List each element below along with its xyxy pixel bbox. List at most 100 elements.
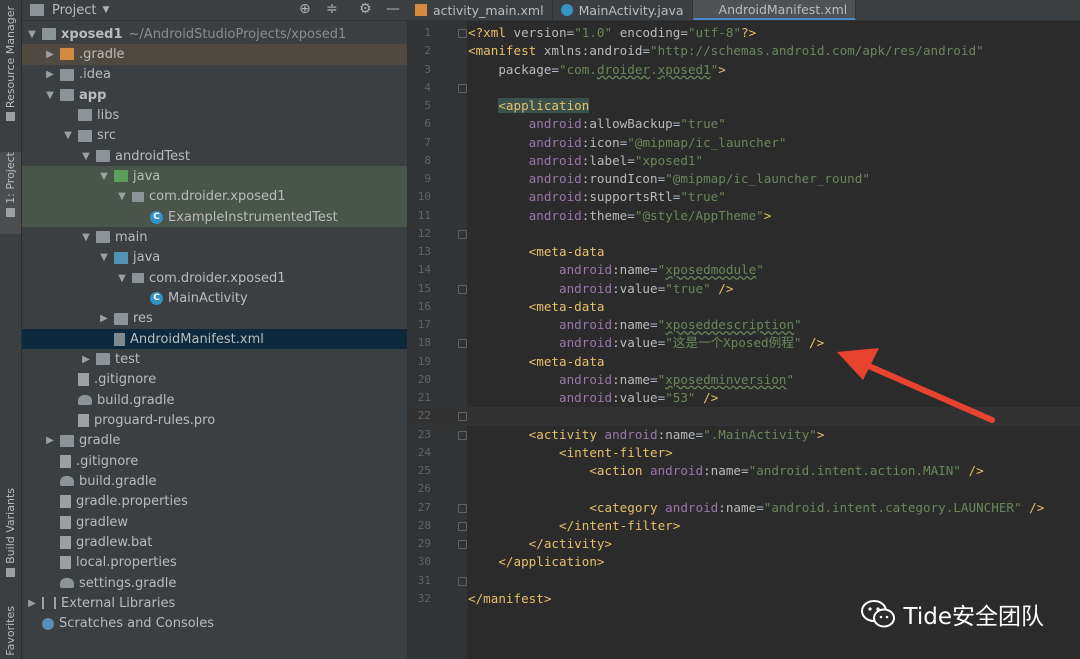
- tree-item[interactable]: ▼ xposed1 ~/AndroidStudioProjects/xposed1: [22, 24, 407, 44]
- code-line[interactable]: 26: [407, 480, 1080, 498]
- code-line[interactable]: 9 android:roundIcon="@mipmap/ic_launcher…: [407, 170, 1080, 188]
- tree-item[interactable]: proguard-rules.pro: [22, 410, 407, 430]
- panel-title[interactable]: Project: [52, 3, 96, 18]
- editor-tab[interactable]: AndroidManifest.xml: [692, 0, 857, 20]
- chevron-down-icon[interactable]: ▼: [116, 273, 128, 284]
- chevron-right-icon[interactable]: ▶: [26, 598, 38, 609]
- tree-item[interactable]: local.properties: [22, 553, 407, 573]
- fold-marker-icon[interactable]: [458, 521, 467, 531]
- tree-item[interactable]: ▼ com.droider.xposed1: [22, 186, 407, 207]
- fold-marker-icon[interactable]: [458, 540, 467, 549]
- code-line[interactable]: 25 <action android:name="android.intent.…: [407, 462, 1080, 480]
- folder-icon: [114, 312, 128, 325]
- chevron-down-icon[interactable]: ▼: [98, 171, 110, 182]
- code-line[interactable]: 31: [407, 572, 1080, 590]
- chevron-right-icon[interactable]: ▶: [44, 435, 56, 446]
- build-variants-tab[interactable]: Build Variants: [0, 488, 21, 577]
- tree-item[interactable]: ▶ test: [22, 349, 407, 369]
- fold-marker-icon[interactable]: [458, 284, 467, 294]
- tree-item[interactable]: AndroidManifest.xml: [22, 328, 407, 350]
- code-line[interactable]: 4: [407, 79, 1080, 97]
- chevron-down-icon[interactable]: ▼: [62, 130, 74, 141]
- tree-item[interactable]: ▼ main: [22, 227, 407, 247]
- chevron-right-icon[interactable]: ▶: [98, 313, 110, 324]
- chevron-down-icon[interactable]: ▼: [80, 232, 92, 243]
- tree-item[interactable]: ▼ java: [22, 248, 407, 268]
- fold-marker-icon[interactable]: [458, 83, 467, 93]
- target-icon[interactable]: ⊕: [299, 1, 311, 17]
- tree-item[interactable]: build.gradle: [22, 390, 407, 410]
- collapse-icon[interactable]: ≑: [326, 1, 338, 17]
- code-line[interactable]: 27 <category android:name="android.inten…: [407, 499, 1080, 517]
- code-line[interactable]: 29 </activity>: [407, 535, 1080, 553]
- tree-item[interactable]: C ExampleInstrumentedTest: [22, 206, 407, 228]
- fold-marker-icon[interactable]: [458, 503, 467, 513]
- chevron-right-icon[interactable]: ▶: [80, 354, 92, 365]
- favorites-tab[interactable]: 2: Favorites: [0, 606, 21, 659]
- tree-item[interactable]: ▶ gradle: [22, 431, 407, 451]
- code-line[interactable]: 10 android:supportsRtl="true": [407, 188, 1080, 206]
- watermark: Tide安全团队: [860, 597, 1044, 631]
- folder-icon: [78, 129, 92, 142]
- code-view[interactable]: 1 <?xml version="1.0" encoding="utf-8"?> 2…: [407, 24, 1080, 608]
- code-line[interactable]: 30 </application>: [407, 553, 1080, 571]
- tree-item[interactable]: ▶ External Libraries: [22, 593, 407, 613]
- tree-item[interactable]: gradlew: [22, 512, 407, 532]
- tree-item[interactable]: gradlew.bat: [22, 532, 407, 552]
- editor-tab[interactable]: activity_main.xml: [407, 0, 553, 20]
- tree-item[interactable]: .gitignore: [22, 451, 407, 471]
- tree-item[interactable]: .gitignore: [22, 370, 407, 390]
- code-line[interactable]: 5 <application: [407, 97, 1080, 115]
- code-line[interactable]: 8 android:label="xposed1": [407, 152, 1080, 170]
- tree-item[interactable]: gradle.properties: [22, 492, 407, 512]
- tree-item[interactable]: ▶ res: [22, 309, 407, 329]
- tree-item[interactable]: libs: [22, 105, 407, 125]
- fold-marker-icon[interactable]: [458, 412, 467, 422]
- project-tab[interactable]: 1: Project: [0, 152, 21, 234]
- tree-item[interactable]: ▼ androidTest: [22, 146, 407, 166]
- code-line[interactable]: 14 android:name="xposedmodule": [407, 261, 1080, 279]
- fold-marker-icon[interactable]: [458, 29, 467, 38]
- fold-marker-icon[interactable]: [458, 229, 467, 239]
- code-line[interactable]: 6 android:allowBackup="true": [407, 115, 1080, 133]
- chevron-down-icon[interactable]: ▼: [98, 252, 110, 263]
- chevron-right-icon[interactable]: ▶: [44, 69, 56, 80]
- dropdown-chevron-icon[interactable]: ▼: [102, 5, 109, 15]
- code-line[interactable]: 7 android:icon="@mipmap/ic_launcher": [407, 134, 1080, 152]
- editor-tab[interactable]: MainActivity.java: [553, 0, 693, 20]
- tree-item[interactable]: build.gradle: [22, 471, 407, 491]
- code-line[interactable]: 11 android:theme="@style/AppTheme">: [407, 207, 1080, 225]
- chevron-right-icon[interactable]: ▶: [44, 49, 56, 60]
- code-line[interactable]: 12: [407, 225, 1080, 243]
- code-line[interactable]: 15 android:value="true" />: [407, 280, 1080, 298]
- resource-manager-tab[interactable]: Resource Manager: [0, 6, 21, 122]
- editor-tab-label: MainActivity.java: [578, 2, 684, 18]
- tree-item[interactable]: ▼ java: [22, 166, 407, 187]
- code-line[interactable]: 24 <intent-filter>: [407, 444, 1080, 462]
- fold-marker-icon[interactable]: [458, 339, 467, 349]
- chevron-down-icon[interactable]: ▼: [26, 29, 38, 40]
- chevron-down-icon[interactable]: ▼: [44, 90, 56, 101]
- code-line[interactable]: 28 </intent-filter>: [407, 517, 1080, 535]
- fold-marker-icon[interactable]: [458, 430, 467, 440]
- hide-icon[interactable]: —: [386, 1, 400, 17]
- chevron-down-icon[interactable]: ▼: [80, 151, 92, 162]
- code-line[interactable]: 16 <meta-data: [407, 298, 1080, 316]
- tree-item[interactable]: settings.gradle: [22, 573, 407, 593]
- code-line[interactable]: 1 <?xml version="1.0" encoding="utf-8"?>: [407, 24, 1080, 42]
- tree-item[interactable]: ▼ com.droider.xposed1: [22, 268, 407, 288]
- build-variants-label: Build Variants: [4, 488, 17, 564]
- code-line[interactable]: 17 android:name="xposeddescription": [407, 316, 1080, 334]
- tree-item[interactable]: ▼ app: [22, 85, 407, 105]
- code-line[interactable]: 2 <manifest xmlns:android="http://schemas…: [407, 42, 1080, 60]
- code-line[interactable]: 13 <meta-data: [407, 243, 1080, 261]
- code-line[interactable]: 3 package="com.droider.xposed1">: [407, 61, 1080, 79]
- tree-item[interactable]: ▶ .idea: [22, 65, 407, 85]
- tree-item[interactable]: ▼ src: [22, 126, 407, 146]
- tree-item[interactable]: ▶ .gradle: [22, 44, 407, 65]
- tree-item[interactable]: Scratches and Consoles: [22, 614, 407, 634]
- tree-item[interactable]: C MainActivity: [22, 288, 407, 308]
- fold-marker-icon[interactable]: [458, 576, 467, 586]
- chevron-down-icon[interactable]: ▼: [116, 191, 128, 202]
- gear-icon[interactable]: ⚙: [359, 1, 372, 17]
